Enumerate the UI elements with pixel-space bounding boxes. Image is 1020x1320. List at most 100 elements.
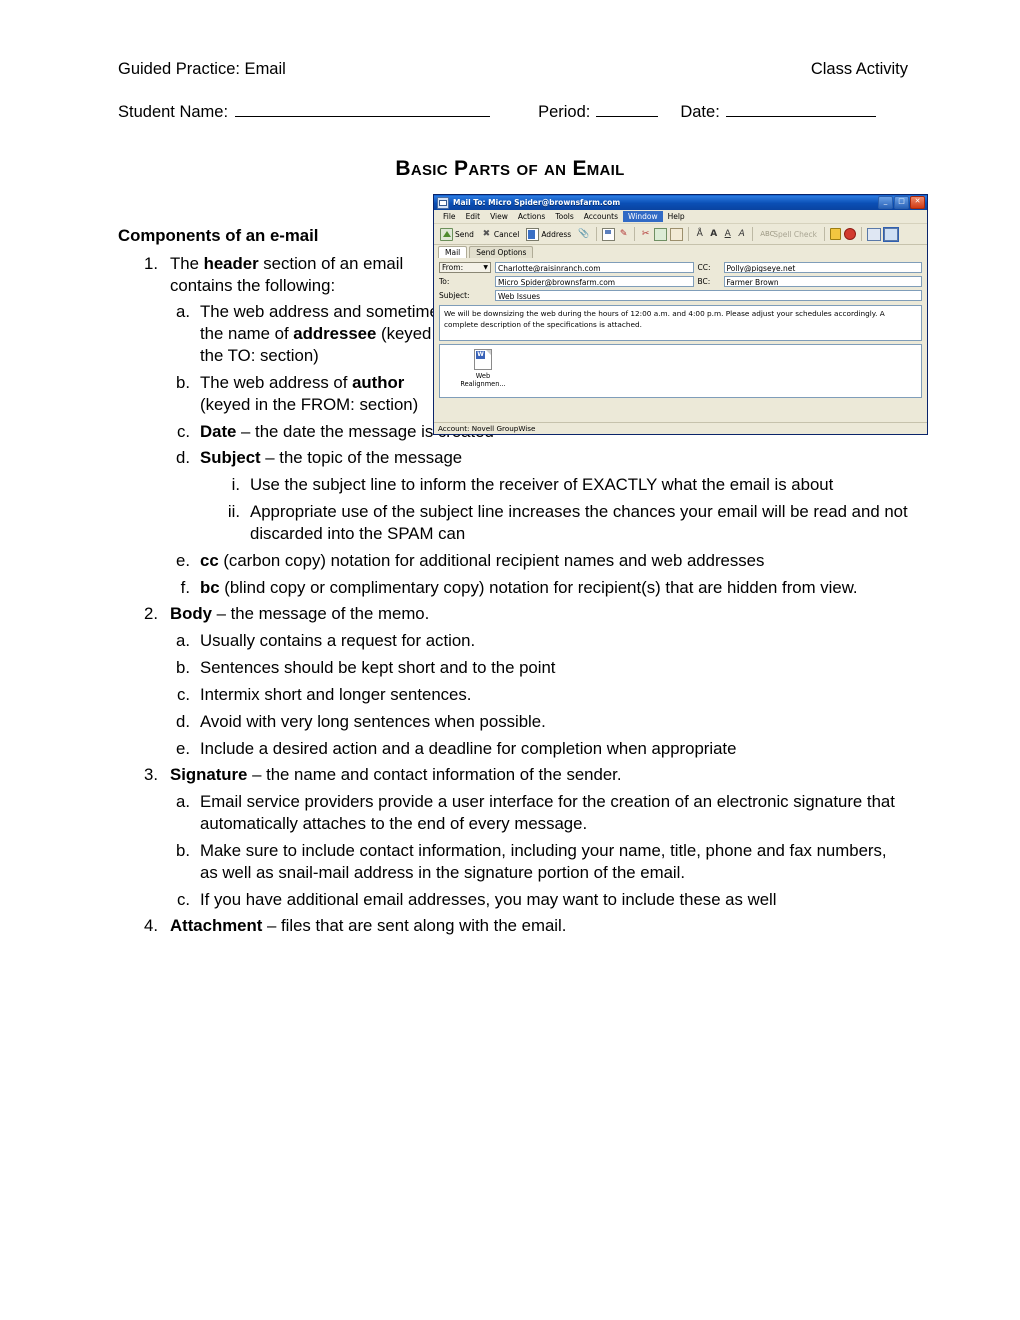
message-body-input[interactable]: We will be downsizing the web during the… (439, 305, 922, 341)
bold-icon[interactable]: A (708, 229, 719, 240)
view-normal-icon[interactable] (866, 227, 881, 241)
mail-window-icon (437, 196, 449, 209)
view-selected-icon[interactable] (882, 226, 899, 242)
cc-input[interactable]: Polly@pigseye.net (723, 262, 922, 273)
minimize-button[interactable]: _ (878, 196, 893, 209)
spell-check-label: Spell Check (773, 229, 817, 239)
header-left-text: Guided Practice: Email (118, 60, 286, 78)
outline-item-text: Include a desired action and a deadline … (200, 738, 737, 758)
outline-item-text: cc (carbon copy) notation for additional… (200, 550, 765, 570)
spell-check-button[interactable]: ABC Spell Check (758, 228, 819, 241)
menu-item-file[interactable]: File (438, 211, 461, 222)
outline-item: a. Email service providers provide a user… (170, 791, 908, 835)
from-dropdown[interactable]: From: ▼ (439, 262, 491, 273)
chevron-down-icon: ▼ (483, 264, 488, 271)
toolbar: Send ✖ Cancel Address 📎 ✎ ✂ Å A A A ABC … (434, 224, 927, 245)
outline-item-text: The header section of an email contains … (170, 253, 404, 295)
outline-item-marker: 4. (144, 916, 158, 936)
toolbar-separator (634, 227, 636, 241)
save-icon[interactable] (602, 227, 616, 241)
send-icon (440, 227, 453, 241)
to-input[interactable]: Micro Spider@brownsfarm.com (495, 276, 694, 287)
outline-item: b. Make sure to include contact informati… (170, 840, 908, 884)
outline-item-text: If you have additional email addresses, … (200, 889, 777, 909)
outline-item-text: Avoid with very long sentences when poss… (200, 711, 546, 731)
send-label: Send (455, 229, 474, 239)
menu-bar[interactable]: File Edit View Actions Tools Accounts Window He… (434, 210, 927, 224)
outline-item: b. Sentences should be kept short and to … (170, 657, 908, 679)
recipient-fields: From: ▼ Charlotte@raisinranch.com CC: Po… (439, 262, 922, 287)
date-blank (725, 103, 876, 117)
status-bar: Account: Novell GroupWise (434, 422, 927, 434)
outline-item: d. Avoid with very long sentences when po… (170, 711, 908, 733)
page-title: Basic Parts of an Email (395, 157, 625, 180)
outline-item: d. Subject – the topic of the message (170, 447, 908, 469)
menu-item-accounts[interactable]: Accounts (579, 211, 623, 222)
outline-item: c. Intermix short and longer sentences. (170, 684, 908, 706)
cut-icon[interactable]: ✂ (640, 229, 651, 240)
send-button[interactable]: Send (438, 227, 476, 242)
outline-item-marker: b. (176, 840, 190, 860)
signature-icon[interactable]: ✎ (618, 229, 629, 240)
underline-icon[interactable]: A (722, 229, 733, 240)
outline-item: 2. Body – the message of the memo. (132, 603, 908, 625)
maximize-button[interactable]: □ (894, 196, 909, 209)
email-client-window: Mail To: Micro Spider@brownsfarm.com _ □… (433, 194, 928, 435)
outline-item-text: Appropriate use of the subject line incr… (250, 502, 908, 543)
menu-item-actions[interactable]: Actions (513, 211, 550, 222)
outline-item-text: Use the subject line to inform the recei… (250, 475, 834, 495)
document-header: Guided Practice: Email Class Activity (118, 60, 908, 79)
subject-row: Subject: Web Issues (439, 290, 922, 301)
tab-mail[interactable]: Mail (438, 246, 468, 258)
outline-item-marker: c. (176, 421, 190, 441)
bc-label: BC: (697, 277, 711, 286)
tab-send-options[interactable]: Send Options (469, 246, 534, 258)
mail-compose-area: From: ▼ Charlotte@raisinranch.com CC: Po… (434, 258, 927, 398)
header-right-text: Class Activity (810, 60, 908, 78)
outline-item-text: Signature – the name and contact informa… (170, 765, 622, 785)
cancel-label: Cancel (493, 229, 520, 239)
word-document-icon (474, 349, 492, 370)
cancel-icon: ✖ (482, 228, 491, 239)
menu-item-view[interactable]: View (485, 211, 513, 222)
outline-item-text: The web address and sometimes the name o… (200, 302, 450, 366)
subject-input[interactable]: Web Issues (495, 290, 922, 301)
outline-item: 3. Signature – the name and contact infor… (132, 764, 908, 786)
outline-item: a. Usually contains a request for action. (170, 630, 908, 652)
menu-item-help[interactable]: Help (663, 211, 690, 222)
address-button[interactable]: Address (524, 227, 573, 242)
period-blank (596, 103, 659, 117)
toolbar-separator (596, 227, 598, 241)
font-name-icon[interactable]: Å (694, 229, 705, 240)
cc-label: CC: (697, 263, 711, 272)
attachment-name: Web Realignmen... (460, 372, 506, 389)
tab-strip[interactable]: Mail Send Options (434, 245, 927, 258)
outline-item-marker: 1. (144, 253, 158, 273)
menu-item-edit[interactable]: Edit (461, 211, 486, 222)
italic-icon[interactable]: A (736, 229, 747, 240)
toolbar-separator (688, 227, 690, 241)
attachment-item[interactable]: Web Realignmen... (454, 349, 512, 388)
menu-item-window[interactable]: Window (623, 211, 663, 222)
copy-icon[interactable] (654, 227, 668, 241)
date-label: Date: (680, 103, 720, 121)
student-info-row: Student Name: Period: Date: (118, 103, 913, 122)
attach-button[interactable]: 📎 (576, 228, 591, 241)
close-icon: ✕ (914, 197, 921, 205)
cancel-button[interactable]: ✖ Cancel (479, 228, 521, 241)
attachment-pane: Web Realignmen... (439, 344, 922, 398)
lock-icon[interactable] (829, 228, 841, 240)
bc-input[interactable]: Farmer Brown (723, 276, 922, 287)
menu-item-tools[interactable]: Tools (550, 211, 578, 222)
toolbar-separator (823, 227, 825, 241)
outline-item: e. cc (carbon copy) notation for addition… (170, 550, 908, 572)
paste-icon[interactable] (670, 227, 684, 241)
seal-icon[interactable] (843, 228, 856, 240)
outline-item-marker: b. (176, 658, 190, 678)
from-input[interactable]: Charlotte@raisinranch.com (495, 262, 694, 273)
close-button[interactable]: ✕ (910, 196, 925, 209)
student-name-label: Student Name: (118, 103, 229, 121)
outline-item-marker: a. (176, 302, 190, 322)
outline-item-text: Usually contains a request for action. (200, 631, 476, 651)
period-label: Period: (538, 103, 591, 121)
